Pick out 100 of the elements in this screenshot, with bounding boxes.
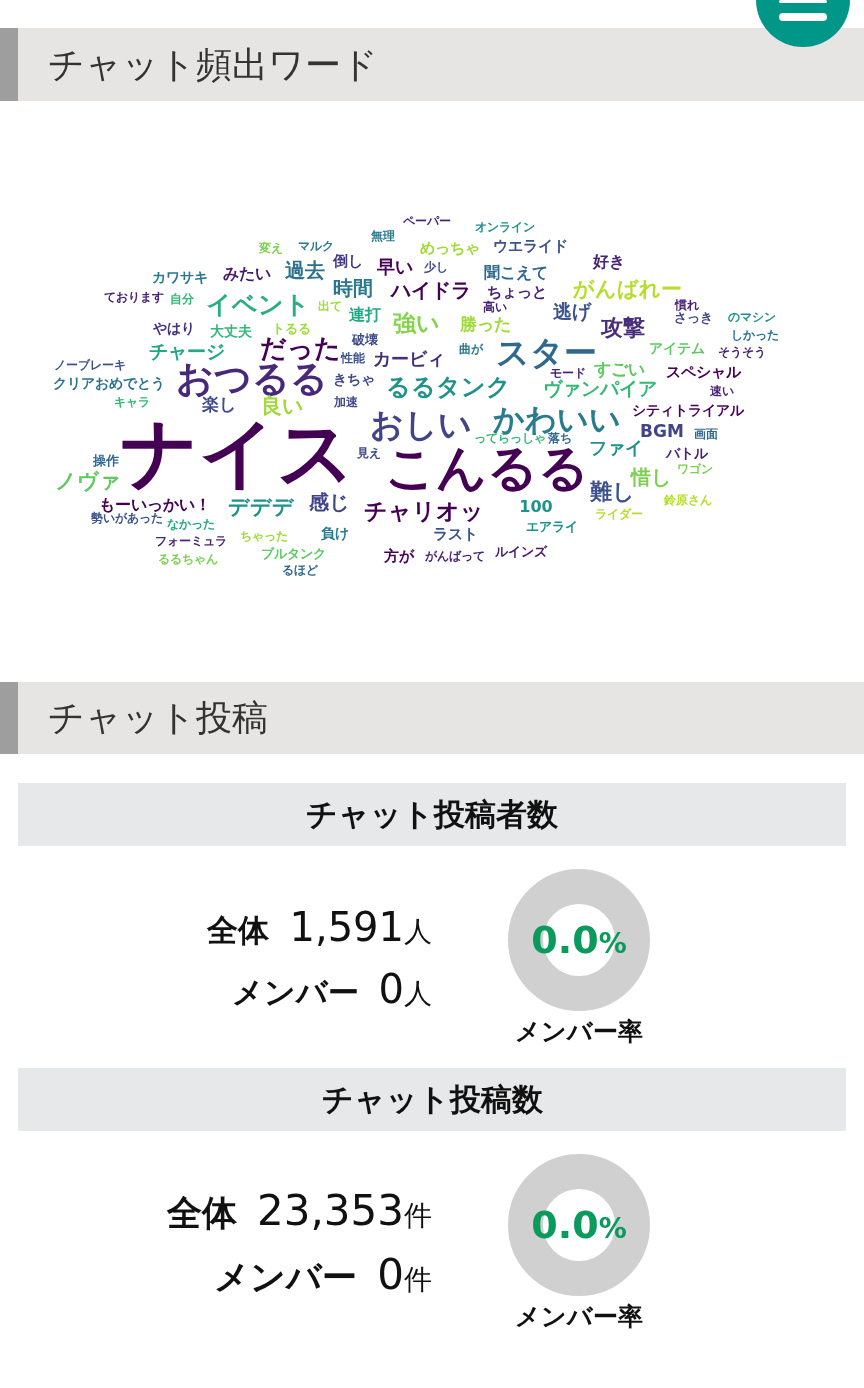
cloud-word: マルク <box>298 241 334 253</box>
cloud-word: 速い <box>710 386 734 398</box>
cloud-word: 自分 <box>170 294 194 306</box>
cloud-word: 強い <box>392 313 440 335</box>
cloud-word: 連打 <box>349 307 381 323</box>
cloud-word: 過去 <box>285 260 325 280</box>
cloud-word: ルインズ <box>495 546 547 558</box>
count-label: 全体 <box>167 1191 238 1234</box>
cloud-word: みたい <box>223 266 271 282</box>
cloud-word: 慣れ <box>675 300 699 312</box>
cloud-word: ワゴン <box>677 464 713 476</box>
cloud-word: 見え <box>357 448 381 460</box>
cloud-word: ノヴァ <box>55 472 121 492</box>
cloud-word: がんばって <box>425 551 485 563</box>
cloud-word: 鈴原さん <box>664 495 712 507</box>
count-label: 全体 <box>207 912 270 950</box>
rate-value: 0.0% <box>531 1206 627 1244</box>
section-title: チャット頻出ワード <box>48 44 378 85</box>
cloud-word: るるちゃん <box>158 554 218 566</box>
cloud-word: 変え <box>259 243 283 255</box>
count-value: 1,591人 <box>289 903 432 951</box>
cloud-word: バトル <box>666 446 708 460</box>
cloud-word: ております <box>104 292 164 304</box>
cloud-word: だった <box>259 337 341 361</box>
cloud-word: ライダー <box>595 509 643 521</box>
cloud-word: 早い <box>377 258 413 276</box>
cloud-word: 倒し <box>333 255 363 269</box>
cloud-word: 良い <box>260 397 304 417</box>
section-title: チャット投稿 <box>48 698 268 738</box>
subsection-header: チャット投稿者数 <box>18 783 846 846</box>
cloud-word: アイテム <box>649 341 705 355</box>
cloud-word: ファイ <box>589 439 643 457</box>
cloud-word: 勢いがあった <box>91 513 163 525</box>
cloud-word: ちゃった <box>240 531 288 543</box>
cloud-word: シティトライアル <box>632 403 744 417</box>
cloud-word: 時間 <box>333 278 373 298</box>
cloud-word: のマシン <box>728 312 776 324</box>
cloud-word: おつるる <box>176 362 328 396</box>
cloud-word: さっき <box>673 312 713 324</box>
cloud-word: ちょっと <box>487 286 547 300</box>
cloud-word: 出て <box>318 301 342 313</box>
cloud-word: 曲が <box>459 344 483 356</box>
cloud-word: カービィ <box>373 350 445 368</box>
count-value: 0件 <box>377 1250 432 1301</box>
cloud-word: なかった <box>167 519 215 531</box>
cloud-word: モード <box>550 368 586 380</box>
cloud-word: スペシャル <box>665 366 741 380</box>
cloud-word: やはり <box>153 321 195 335</box>
count-value: 23,353件 <box>257 1185 432 1236</box>
count-label: メンバー <box>214 1256 358 1298</box>
cloud-word: がんばれー <box>572 280 682 300</box>
cloud-word: 少し <box>424 262 448 274</box>
cloud-word: 逃げ <box>553 303 591 321</box>
rate-label: メンバー率 <box>515 1302 643 1332</box>
cloud-word: 惜し <box>631 467 671 487</box>
cloud-word: エアライ <box>526 521 578 533</box>
cloud-word: チャージ <box>149 343 225 361</box>
cloud-word: フォーミュラ <box>155 536 227 548</box>
cloud-word: 100 <box>519 499 553 515</box>
cloud-word: ラスト <box>432 528 478 542</box>
cloud-word: すごい <box>593 362 645 378</box>
cloud-word: 楽し <box>202 397 236 413</box>
cloud-word: デデデ <box>228 498 294 518</box>
cloud-word: ペーパー <box>403 216 451 228</box>
cloud-word: こんるる <box>385 445 589 491</box>
cloud-word: きちゃ <box>333 372 375 386</box>
menu-icon <box>779 0 827 21</box>
cloud-word: 無理 <box>371 231 395 243</box>
cloud-word: おしい <box>370 409 472 441</box>
cloud-word: ノーブレーキ <box>54 360 126 372</box>
cloud-word: めっちゃ <box>420 242 480 256</box>
cloud-word: ウエライド <box>492 240 568 254</box>
cloud-word: キャラ <box>114 397 150 409</box>
cloud-word: 負け <box>321 526 349 540</box>
cloud-word: ハイドラ <box>391 280 471 300</box>
cloud-word: 加速 <box>334 397 358 409</box>
cloud-word: 感じ <box>309 492 349 512</box>
cloud-word: しかった <box>731 330 779 342</box>
cloud-word: 画面 <box>694 429 718 441</box>
cloud-word: 好き <box>593 254 625 270</box>
cloud-word: るほど <box>282 565 318 577</box>
cloud-word: もーいっかい！ <box>99 497 211 513</box>
cloud-word: クリアおめでとう <box>53 376 165 390</box>
count-value: 0人 <box>378 965 432 1013</box>
cloud-word: チャリオッ <box>364 501 484 523</box>
cloud-word: ヴァンパイア <box>543 380 657 398</box>
cloud-word: るるタンク <box>385 375 511 399</box>
cloud-word: 方が <box>384 550 414 564</box>
cloud-word: 破壊 <box>352 334 378 346</box>
cloud-word: 勝った <box>459 317 511 333</box>
count-label: メンバー <box>231 974 359 1012</box>
rate-label: メンバー率 <box>515 1017 643 1047</box>
cloud-word: 性能 <box>341 353 365 365</box>
rate-value: 0.0% <box>531 921 627 959</box>
cloud-word: 操作 <box>93 455 119 467</box>
cloud-word: イベント <box>206 292 310 316</box>
cloud-word: 大丈夫 <box>210 324 252 338</box>
cloud-word: そうそう <box>718 347 766 359</box>
subsection-header: チャット投稿数 <box>18 1068 846 1131</box>
cloud-word: カワサキ <box>152 270 208 284</box>
